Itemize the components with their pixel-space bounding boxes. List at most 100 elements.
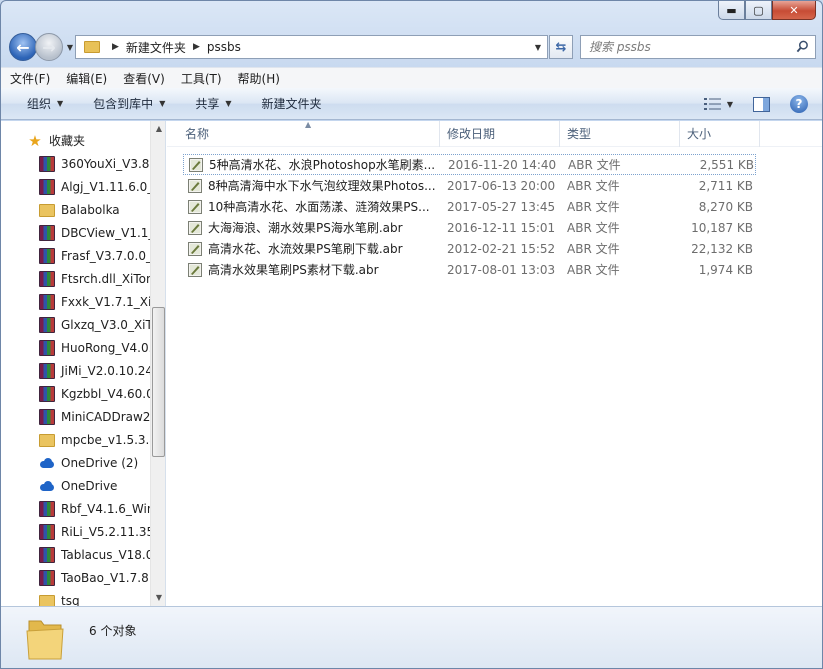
nav-item[interactable]: Ftsrch.dll_XiTon (1, 267, 151, 290)
nav-item[interactable]: JiMi_V2.0.10.24_ (1, 359, 151, 382)
nav-item[interactable]: DBCView_V1.1_X (1, 221, 151, 244)
column-headers: ▲ 名称 修改日期 类型 大小 (167, 120, 822, 147)
preview-pane-icon[interactable] (753, 96, 770, 112)
chevron-right-icon[interactable]: ▶ (193, 42, 200, 52)
refresh-button[interactable]: ⇆ (549, 35, 573, 59)
back-button[interactable]: ← (9, 33, 37, 61)
explorer-window: ▬ ▢ ✕ ← → ▼ ▶ 新建文件夹 ▶ pssbs ▼ ⇆ 文件(F) 编辑… (0, 0, 823, 669)
menu-file[interactable]: 文件(F) (10, 70, 50, 87)
archive-icon (39, 247, 55, 264)
file-name-cell: 高清水效果笔刷PS素材下载.abr (167, 261, 440, 278)
brush-file-icon (187, 220, 203, 236)
archive-icon (39, 546, 55, 563)
address-bar[interactable]: ▶ 新建文件夹 ▶ pssbs ▼ (75, 35, 548, 59)
nav-item-label: Ftsrch.dll_XiTon (61, 271, 151, 286)
table-row[interactable]: 高清水效果笔刷PS素材下载.abr 2017-08-01 13:03 ABR 文件 1… (167, 259, 822, 280)
share-button[interactable]: 共享 ▼ (195, 95, 231, 112)
nav-item-label: Algj_V1.11.6.0_X (61, 179, 151, 194)
table-row[interactable]: 8种高清海中水下水气泡纹理效果Photos... 2017-06-13 20:00… (167, 175, 822, 196)
nav-item[interactable]: Frasf_V3.7.0.0_X (1, 244, 151, 267)
onedrive-icon (39, 478, 55, 494)
brush-file-icon (187, 199, 203, 215)
file-date: 2017-08-01 13:03 (447, 262, 556, 277)
table-row[interactable]: 大海海浪、潮水效果PS海水笔刷.abr 2016-12-11 15:01 ABR 文… (167, 217, 822, 238)
menu-view[interactable]: 查看(V) (123, 70, 165, 87)
nav-item[interactable]: RiLi_V5.2.11.354 (1, 520, 151, 543)
nav-scrollbar[interactable]: ▲ ▼ (150, 121, 165, 606)
nav-item[interactable]: Balabolka (1, 198, 151, 221)
file-type: ABR 文件 (567, 179, 620, 193)
nav-favorites[interactable]: ★ 收藏夹 (1, 129, 151, 152)
file-size: 2,711 KB (698, 178, 753, 193)
file-name: 高清水花、水流效果PS笔刷下载.abr (208, 242, 403, 256)
scroll-up-arrow[interactable]: ▲ (151, 121, 165, 137)
nav-item-label: Glxzq_V3.0_XiTo (61, 317, 151, 332)
view-options-dropdown[interactable]: ▼ (727, 100, 733, 109)
search-icon[interactable] (796, 40, 809, 53)
column-header-size[interactable]: 大小 (680, 121, 760, 147)
file-date: 2017-06-13 20:00 (447, 178, 556, 193)
nav-item[interactable]: Fxxk_V1.7.1_XiT (1, 290, 151, 313)
file-name: 5种高清水花、水浪Photoshop水笔刷素... (209, 158, 436, 172)
table-row[interactable]: 5种高清水花、水浪Photoshop水笔刷素... 2016-11-20 14:4… (183, 154, 756, 175)
archive-icon (39, 408, 55, 425)
nav-item[interactable]: TaoBao_V1.7.8. (1, 566, 151, 589)
minimize-button[interactable]: ▬ (718, 1, 745, 20)
nav-item[interactable]: Rbf_V4.1.6_Win (1, 497, 151, 520)
nav-item[interactable]: Kgzbbl_V4.60.0 (1, 382, 151, 405)
menu-tools[interactable]: 工具(T) (181, 70, 222, 87)
star-icon: ★ (28, 131, 42, 150)
column-header-type[interactable]: 类型 (560, 121, 680, 147)
file-size: 1,974 KB (698, 262, 753, 277)
nav-item-label: RiLi_V5.2.11.354 (61, 524, 151, 539)
nav-item-label: JiMi_V2.0.10.24_ (61, 363, 151, 378)
forward-button[interactable]: → (35, 33, 63, 61)
column-header-name[interactable]: ▲ 名称 (167, 120, 440, 147)
menu-edit[interactable]: 编辑(E) (66, 70, 107, 87)
help-icon[interactable]: ? (790, 95, 808, 113)
breadcrumb-new-folder[interactable]: 新建文件夹 (126, 39, 186, 56)
maximize-button[interactable]: ▢ (745, 1, 772, 20)
chevron-right-icon[interactable]: ▶ (112, 42, 119, 52)
view-details-icon[interactable] (703, 97, 723, 111)
nav-item[interactable]: 360YouXi_V3.8.7 (1, 152, 151, 175)
archive-icon (39, 155, 55, 172)
search-input[interactable] (589, 40, 789, 54)
file-date: 2017-05-27 13:45 (447, 199, 556, 214)
table-row[interactable]: 10种高清水花、水面荡漾、涟漪效果PS... 2017-05-27 13:45 AB… (167, 196, 822, 217)
nav-item[interactable]: Algj_V1.11.6.0_X (1, 175, 151, 198)
new-folder-button[interactable]: 新建文件夹 (262, 95, 322, 112)
nav-item[interactable]: OneDrive (1, 474, 151, 497)
command-bar: 组织 ▼ 包含到库中 ▼ 共享 ▼ 新建文件夹 ▼ ? (1, 88, 822, 120)
file-type: ABR 文件 (568, 158, 621, 172)
caption-buttons: ▬ ▢ ✕ (718, 1, 816, 20)
include-library-button[interactable]: 包含到库中 ▼ (93, 95, 165, 112)
file-name: 高清水效果笔刷PS素材下载.abr (208, 263, 379, 277)
column-header-date[interactable]: 修改日期 (440, 121, 560, 147)
file-name-cell: 10种高清水花、水面荡漾、涟漪效果PS... (167, 198, 440, 215)
nav-item[interactable]: mpcbe_v1.5.3.4 (1, 428, 151, 451)
nav-item[interactable]: MiniCADDraw20 (1, 405, 151, 428)
breadcrumb-pssbs[interactable]: pssbs (207, 40, 241, 54)
address-dropdown[interactable]: ▼ (535, 43, 541, 52)
scroll-down-arrow[interactable]: ▼ (151, 590, 165, 606)
nav-item[interactable]: Glxzq_V3.0_XiTo (1, 313, 151, 336)
menu-help[interactable]: 帮助(H) (238, 70, 280, 87)
file-name: 10种高清水花、水面荡漾、涟漪效果PS... (208, 200, 430, 214)
organize-button[interactable]: 组织 ▼ (27, 95, 63, 112)
folder-icon (39, 204, 55, 217)
close-button[interactable]: ✕ (772, 1, 816, 20)
nav-item-label: HuoRong_V4.0. (61, 340, 151, 355)
table-row[interactable]: 高清水花、水流效果PS笔刷下载.abr 2012-02-21 15:52 ABR 文… (167, 238, 822, 259)
chevron-down-icon: ▼ (225, 99, 232, 108)
nav-item-label: Kgzbbl_V4.60.0 (61, 386, 151, 401)
file-type: ABR 文件 (567, 200, 620, 214)
nav-item[interactable]: Tablacus_V18.0 (1, 543, 151, 566)
nav-item[interactable]: HuoRong_V4.0. (1, 336, 151, 359)
nav-item[interactable]: OneDrive (2) (1, 451, 151, 474)
nav-item-label: MiniCADDraw20 (61, 409, 151, 424)
scroll-thumb[interactable] (152, 307, 165, 457)
nav-item[interactable]: tsq (1, 589, 151, 606)
nav-item-label: Fxxk_V1.7.1_XiT (61, 294, 151, 309)
search-box[interactable] (580, 35, 816, 59)
